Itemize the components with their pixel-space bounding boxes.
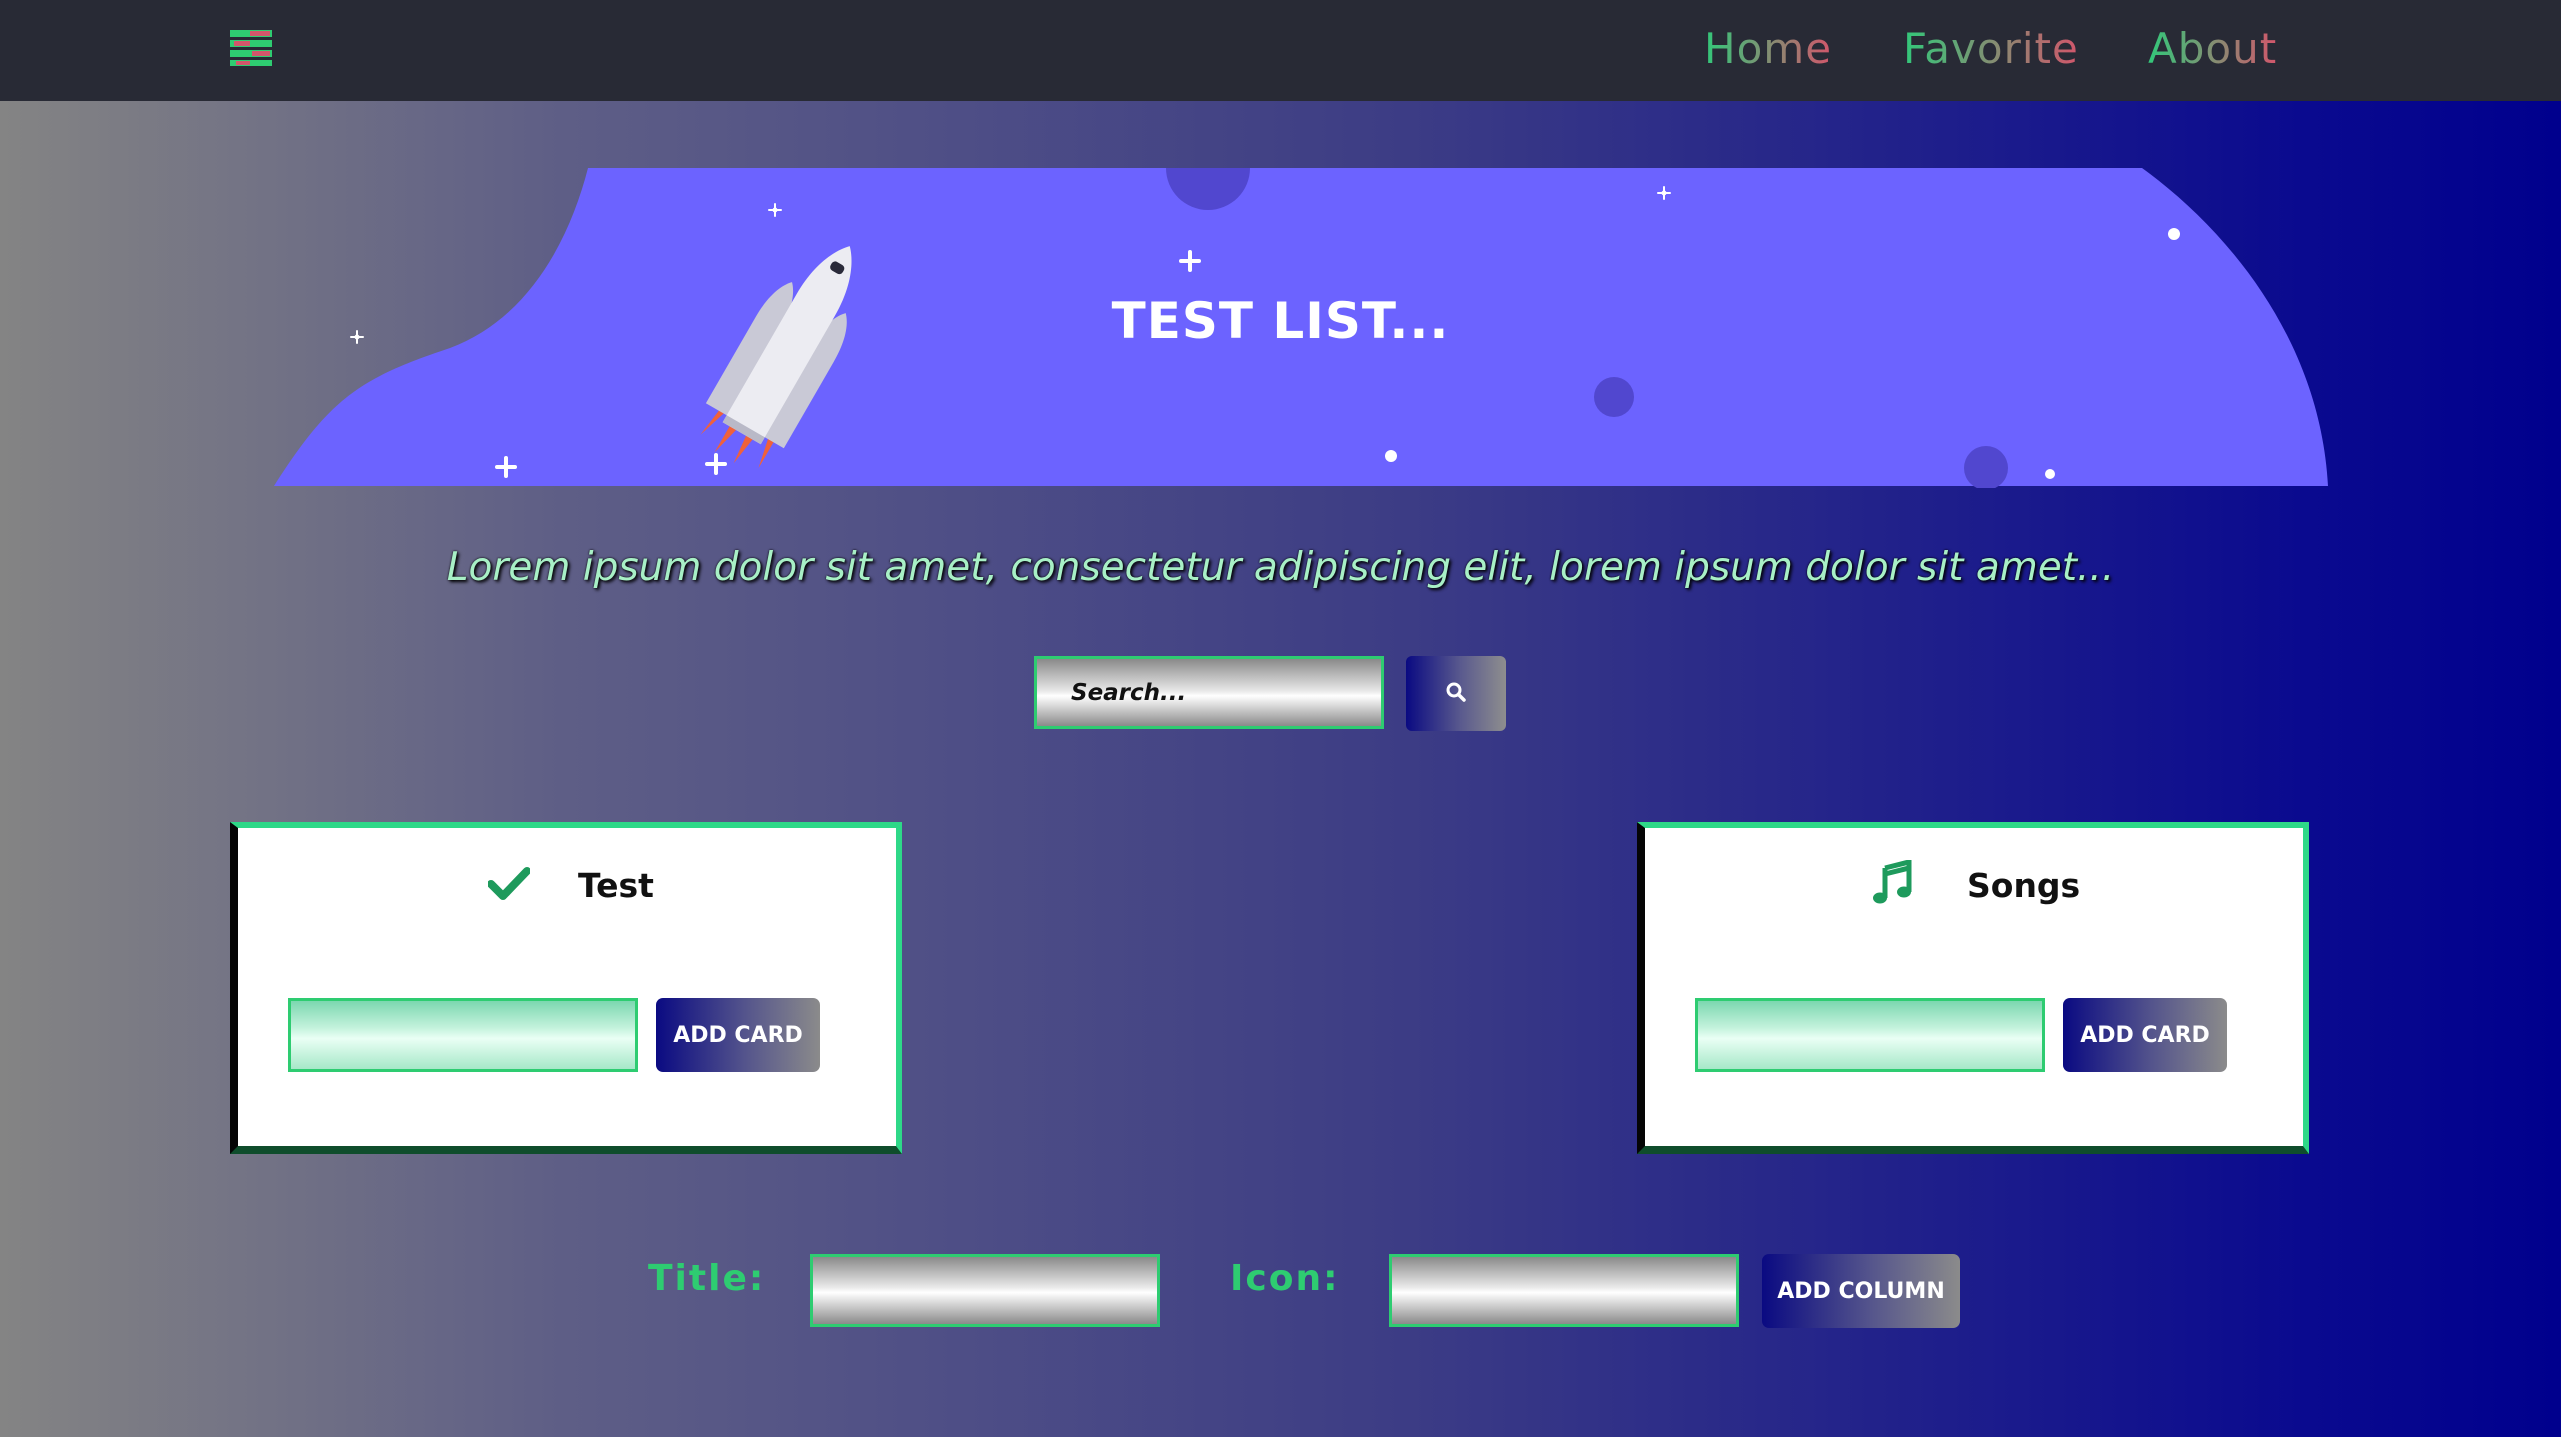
menu-icon[interactable] bbox=[230, 30, 272, 66]
navbar: Home Favorite About bbox=[0, 0, 2561, 101]
page-title: TEST LIST... bbox=[1111, 292, 1450, 350]
column-title: Test bbox=[578, 866, 654, 905]
check-icon bbox=[488, 867, 530, 900]
search-button[interactable] bbox=[1406, 656, 1506, 731]
search-icon bbox=[1446, 682, 1466, 702]
nav-link-favorite[interactable]: Favorite bbox=[1903, 20, 2079, 78]
search-input[interactable] bbox=[1034, 656, 1384, 729]
column-title-input[interactable] bbox=[810, 1254, 1160, 1327]
nav-link-about[interactable]: About bbox=[2148, 20, 2277, 78]
column-icon-input[interactable] bbox=[1389, 1254, 1739, 1327]
column-header: Test bbox=[238, 858, 896, 918]
column-card-test: Test ADD CARD bbox=[230, 822, 902, 1154]
add-card-button[interactable]: ADD CARD bbox=[656, 998, 820, 1072]
icon-label: Icon: bbox=[1230, 1258, 1340, 1299]
column-title: Songs bbox=[1967, 866, 2081, 905]
add-column-button[interactable]: ADD COLUMN bbox=[1762, 1254, 1960, 1328]
nav-link-home[interactable]: Home bbox=[1704, 20, 1832, 78]
card-input[interactable] bbox=[1695, 998, 2045, 1072]
card-input[interactable] bbox=[288, 998, 638, 1072]
add-card-button[interactable]: ADD CARD bbox=[2063, 998, 2227, 1072]
tagline: Lorem ipsum dolor sit amet, consectetur … bbox=[446, 545, 2115, 590]
title-label: Title: bbox=[648, 1258, 766, 1299]
column-card-songs: Songs ADD CARD bbox=[1637, 822, 2309, 1154]
music-note-icon bbox=[1873, 860, 1912, 904]
column-header: Songs bbox=[1645, 858, 2303, 918]
